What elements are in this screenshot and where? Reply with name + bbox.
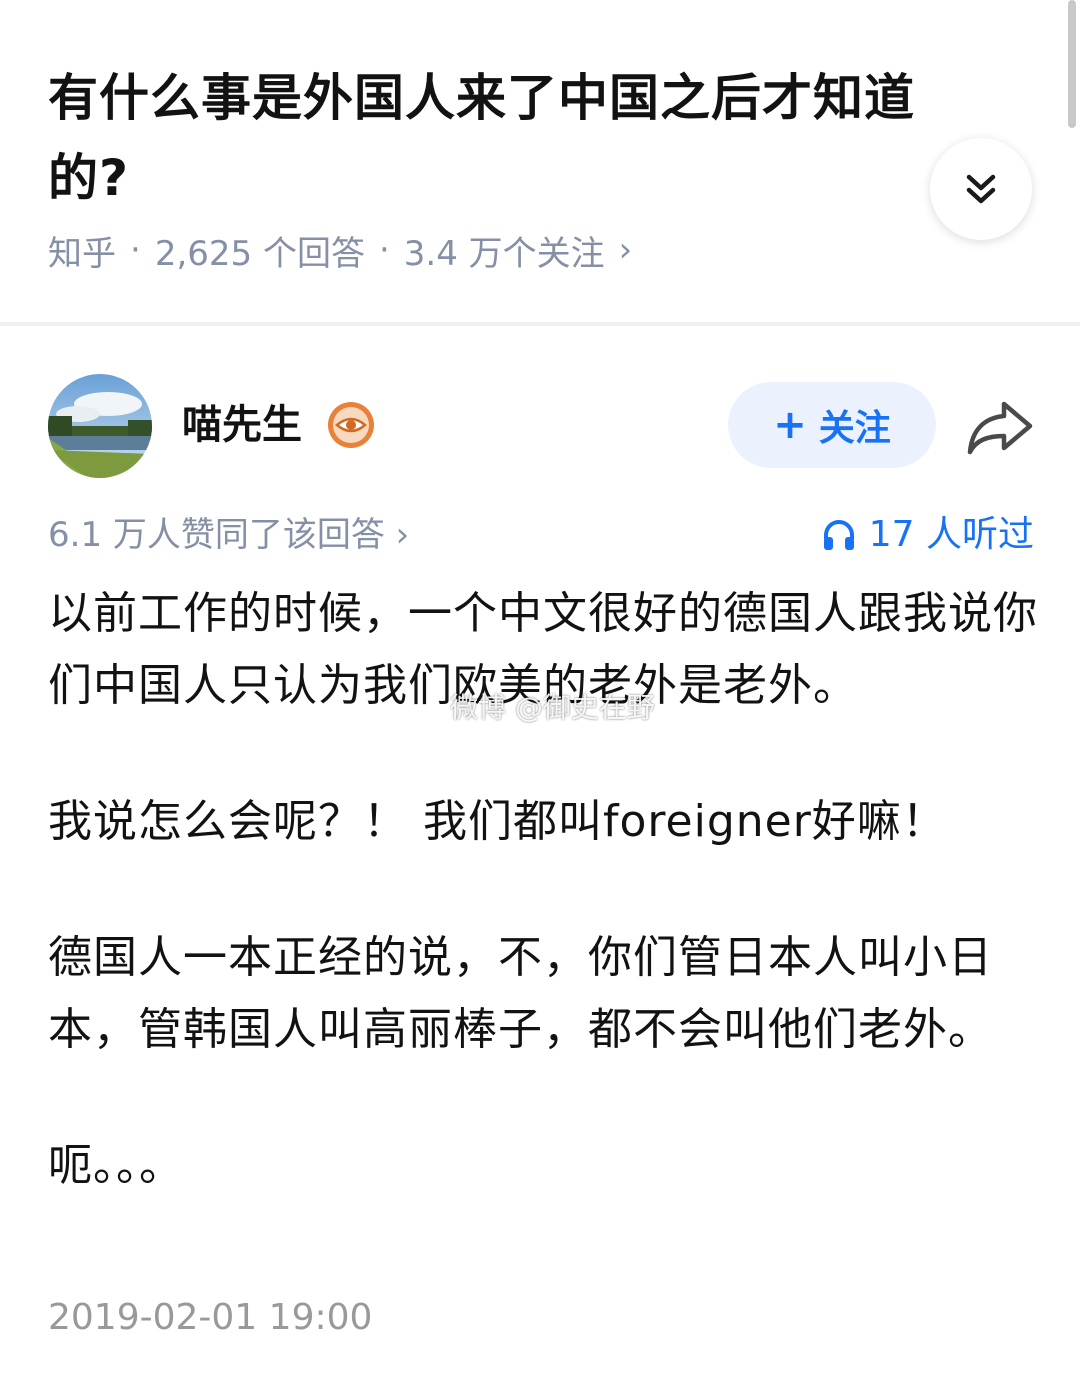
answer-timestamp: 2019-02-01 19:00 [48,1297,373,1338]
avatar[interactable] [48,374,152,478]
headphones-icon [823,520,854,550]
follow-button[interactable]: + 关注 [728,382,936,468]
eye-badge-icon [328,402,374,448]
scrollbar[interactable] [1068,0,1076,128]
question-meta[interactable]: 知乎 · 2,625 个回答 · 3.4 万个关注 › [48,222,632,278]
meta-separator: · [130,230,141,270]
answer-paragraph: 呃。。。 [48,1140,184,1191]
answer-paragraph: 德国人一本正经的说，不，你们管日本人叫小日本，管韩国人叫高丽棒子，都不会叫他们老… [48,932,993,1055]
vote-count[interactable]: 6.1 万人赞同了该回答 › [48,508,409,562]
meta-separator: · [378,230,390,270]
collapse-button[interactable] [930,138,1032,240]
answer-stats: 6.1 万人赞同了该回答 › 17 人听过 [48,508,1034,562]
follower-count: 3.4 万个关注 [403,233,605,274]
answer-count: 2,625 个回答 [154,233,365,274]
watermark: 微博 @御史在野 [450,691,655,724]
answer-paragraph: 我说怎么会呢？！ 我们都叫foreigner好嘛！ [48,796,947,847]
listen-label: 17 人听过 [868,514,1034,555]
follow-label: 关注 [818,408,891,449]
answer-content: 以前工作的时候，一个中文很好的德国人跟我说你们中国人只认为我们欧美的老外是老外。… [48,578,1038,1266]
double-chevron-down-icon [966,174,996,204]
plus-icon: + [773,402,807,448]
divider [0,322,1080,326]
source-label: 知乎 [48,233,116,274]
question-title[interactable]: 有什么事是外国人来了中国之后才知道的? [48,58,978,218]
author-name[interactable]: 喵先生 [182,398,302,452]
chevron-right-icon: › [618,230,633,270]
listen-count[interactable]: 17 人听过 [821,508,1034,562]
share-icon[interactable] [964,396,1036,458]
